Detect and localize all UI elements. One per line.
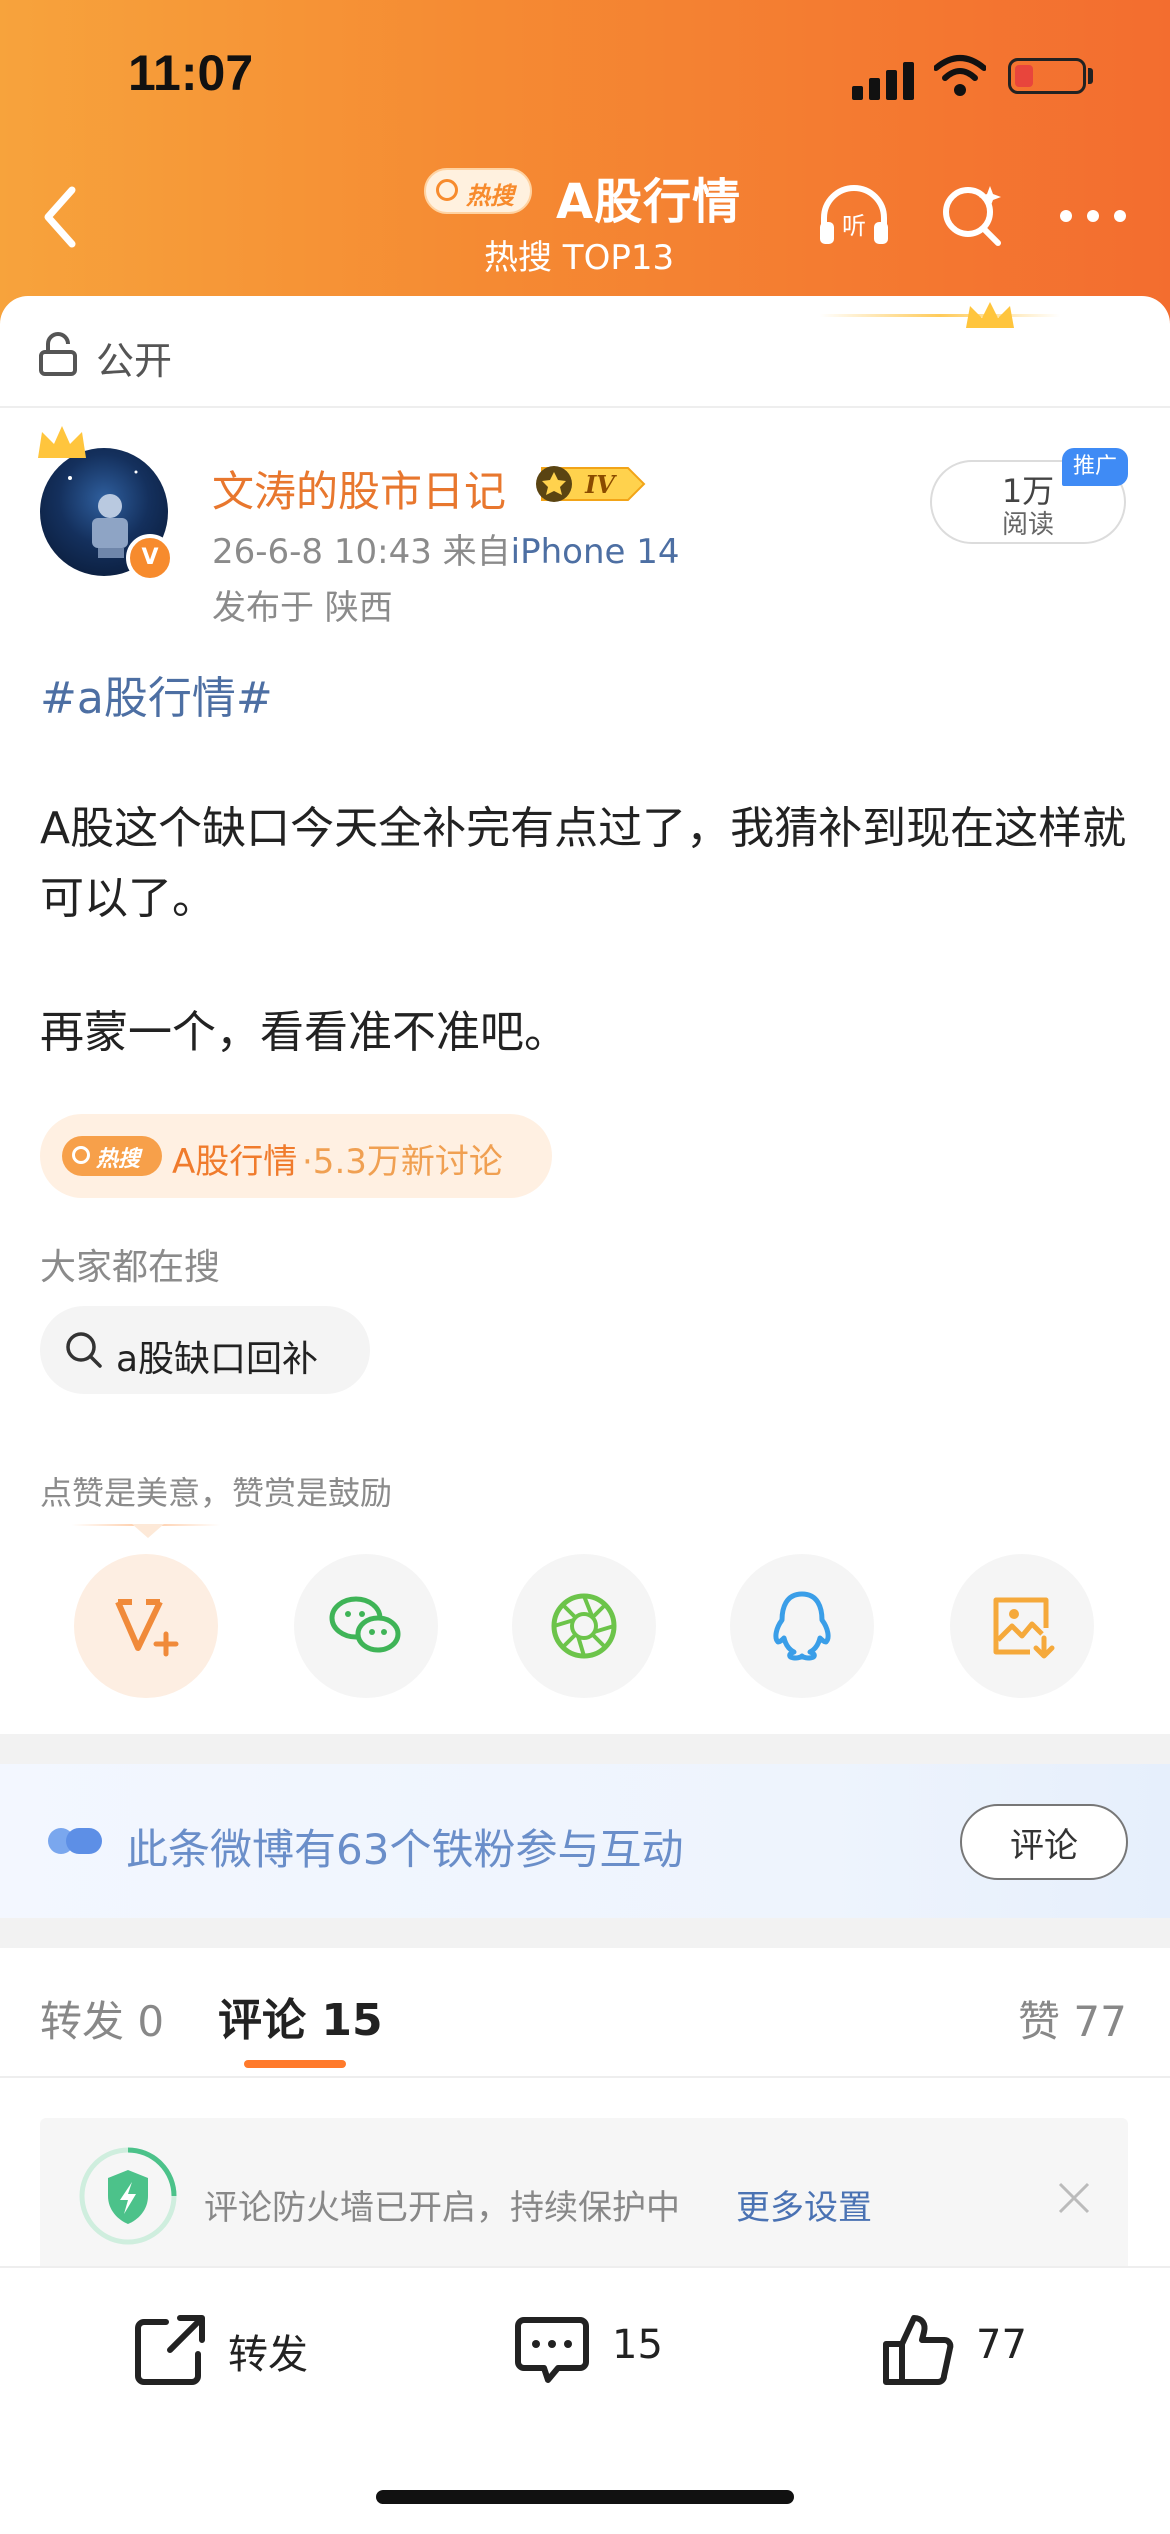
share-moments-button[interactable] xyxy=(512,1554,656,1698)
post-date: 26-6-8 10:43 xyxy=(212,532,432,572)
cellular-signal-icon xyxy=(852,60,916,100)
tab-comments-count: 15 xyxy=(321,1995,383,2046)
post-via: 来自 xyxy=(442,532,511,572)
like-count[interactable]: 77 xyxy=(976,2322,1027,2368)
fans-interaction-text: 此条微博有63个铁粉参与互动 xyxy=(126,1825,684,1874)
member-level-badge: IV xyxy=(536,466,646,502)
shield-icon xyxy=(79,2147,177,2245)
share-qq-button[interactable] xyxy=(730,1554,874,1698)
comment-icon[interactable] xyxy=(512,2310,592,2390)
tab-comments[interactable]: 评论 15 xyxy=(218,1984,383,2048)
post-paragraph-1: A股这个缺口今天全补完有点过了，我猜补到现在这样就可以了。 xyxy=(40,803,1127,924)
avatar-crown-icon xyxy=(38,426,86,458)
hot-topic-name: A股行情 xyxy=(172,1142,298,1182)
wechat-icon xyxy=(329,1596,401,1653)
tab-divider xyxy=(0,2076,1170,2078)
section-divider xyxy=(0,1918,1170,1948)
related-search-label: 大家都在搜 xyxy=(40,1247,221,1288)
more-options-icon[interactable] xyxy=(1058,208,1128,224)
comment-count[interactable]: 15 xyxy=(612,2322,663,2368)
weibo-reward-icon xyxy=(115,1599,179,1657)
section-divider xyxy=(0,1734,1170,1764)
fans-comment-label: 评论 xyxy=(1010,1826,1078,1866)
save-image-button[interactable] xyxy=(950,1554,1094,1698)
promote-tag[interactable]: 推广 xyxy=(1062,448,1128,486)
post-location: 发布于 陕西 xyxy=(212,588,393,628)
fans-icon xyxy=(48,1828,102,1854)
status-time: 11:07 xyxy=(128,45,254,101)
reward-button[interactable] xyxy=(74,1554,218,1698)
battery-tip xyxy=(1088,68,1093,84)
related-search-text: a股缺口回补 xyxy=(116,1339,319,1380)
hot-search-badge: 热搜 xyxy=(62,1136,162,1176)
qq-icon xyxy=(773,1591,831,1661)
visibility-label: 公开 xyxy=(96,339,173,383)
topic-title[interactable]: A股行情 xyxy=(556,162,741,232)
post-device[interactable]: iPhone 14 xyxy=(511,532,680,572)
search-icon xyxy=(436,179,458,201)
save-image-icon xyxy=(993,1597,1055,1659)
moments-icon xyxy=(551,1593,617,1659)
battery-icon xyxy=(1008,58,1086,94)
search-icon xyxy=(66,1332,102,1368)
tab-reposts[interactable]: 转发 0 xyxy=(40,1988,164,2049)
active-tab-indicator xyxy=(244,2060,346,2068)
author-name[interactable]: 文涛的股市日记 xyxy=(212,458,506,519)
firewall-settings-link[interactable]: 更多设置 xyxy=(736,2180,872,2229)
home-indicator[interactable] xyxy=(376,2490,794,2504)
close-icon[interactable] xyxy=(1054,2178,1094,2218)
like-icon[interactable] xyxy=(878,2310,958,2390)
visibility-row xyxy=(0,310,1170,408)
tab-comments-label: 评论 xyxy=(218,1995,306,2046)
search-icon xyxy=(72,1146,90,1164)
wifi-icon xyxy=(934,55,986,96)
post-hashtag[interactable]: #a股行情# xyxy=(40,662,273,726)
hot-topic-count: ·5.3万新讨论 xyxy=(302,1142,503,1182)
post-paragraph-2: 再蒙一个，看看准不准吧。 xyxy=(40,1007,568,1058)
back-arrow-icon[interactable] xyxy=(38,182,88,252)
search-icon[interactable] xyxy=(938,180,1008,250)
tip-arrow xyxy=(132,1524,164,1538)
tab-likes[interactable]: 赞 77 xyxy=(1018,1988,1127,2049)
svg-text:IV: IV xyxy=(584,470,617,499)
share-wechat-button[interactable] xyxy=(294,1554,438,1698)
repost-label[interactable]: 转发 xyxy=(228,2322,308,2380)
hot-search-badge: 热搜 xyxy=(424,168,532,214)
repost-icon[interactable] xyxy=(130,2310,210,2390)
firewall-status-text: 评论防火墙已开启，持续保护中 xyxy=(204,2188,680,2228)
svg-text:听: 听 xyxy=(842,212,866,240)
verified-badge: V xyxy=(126,534,174,582)
listen-headphones-icon[interactable]: 听 xyxy=(814,180,894,250)
reads-label: 阅读 xyxy=(1001,510,1054,540)
unlock-icon xyxy=(39,332,77,376)
topic-rank: 热搜 TOP13 xyxy=(484,238,675,278)
reward-tip: 点赞是美意，赞赏是鼓励 xyxy=(40,1474,393,1512)
post-meta: 26-6-8 10:43 来自iPhone 14 xyxy=(212,524,680,573)
